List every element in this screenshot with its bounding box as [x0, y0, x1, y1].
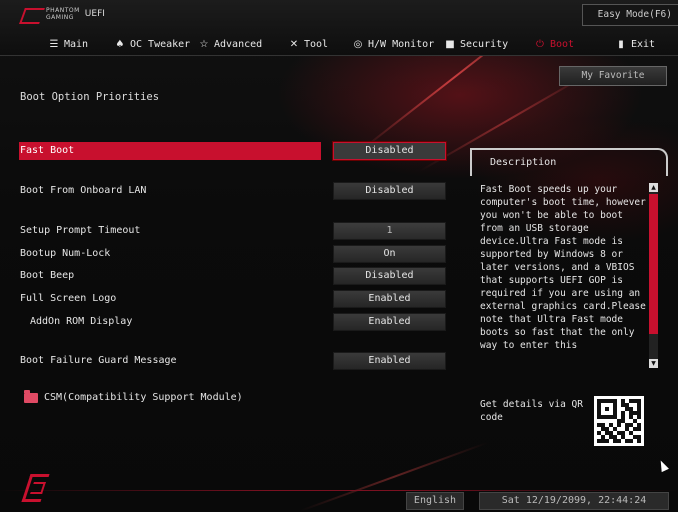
setting-label: Boot From Onboard LAN — [20, 185, 147, 196]
list-icon: ☰ — [49, 39, 59, 50]
qr-label: Get details via QR code — [480, 399, 583, 423]
section-title: Boot Option Priorities — [20, 91, 160, 103]
my-favorite-button[interactable]: My Favorite — [559, 66, 667, 86]
main-menu: ☰ Main ♠ OC Tweaker ☆ Advanced ✕ Tool ◎ H/W M… — [0, 36, 678, 54]
shield-icon: ■ — [445, 39, 455, 50]
qr-code-icon — [594, 396, 644, 446]
setting-value-button[interactable]: Enabled — [333, 352, 446, 370]
setting-row-fast-boot[interactable]: Fast Boot Disabled — [0, 142, 450, 162]
setting-value-button[interactable]: Enabled — [333, 313, 446, 331]
phantom-gaming-emblem-icon — [24, 470, 48, 504]
easy-mode-button[interactable]: Easy Mode(F6) — [582, 4, 678, 26]
exit-icon: ▮ — [618, 39, 624, 50]
setting-label: Full Screen Logo — [20, 293, 117, 304]
setting-row-full-screen-logo[interactable]: Full Screen Logo Enabled — [0, 290, 450, 310]
scroll-up-arrow-icon[interactable]: ▲ — [649, 183, 658, 192]
system-datetime: Sat 12/19/2099, 22:44:24 — [479, 492, 669, 510]
setting-value-field[interactable]: 1 — [333, 222, 446, 240]
tab-exit[interactable]: ▮ Exit — [615, 36, 655, 54]
logo-line2: GAMING — [46, 14, 74, 21]
setting-value-button[interactable]: On — [333, 245, 446, 263]
setting-row-addon-rom-display[interactable]: AddOn ROM Display Enabled — [0, 313, 450, 333]
gauge-icon: ◎ — [353, 39, 363, 50]
setting-value-button[interactable]: Disabled — [333, 182, 446, 200]
tab-advanced[interactable]: ☆ Advanced — [198, 36, 263, 54]
star-icon: ☆ — [199, 39, 209, 50]
tab-boot[interactable]: ⏻ Boot — [534, 36, 574, 54]
description-text: Fast Boot speeds up your computer's boot… — [480, 184, 646, 351]
product-name: UEFI — [84, 9, 105, 19]
tab-security[interactable]: ■ Security — [444, 36, 508, 54]
tab-oc-tweaker[interactable]: ♠ OC Tweaker — [114, 36, 191, 54]
setting-label: Bootup Num-Lock — [20, 248, 111, 259]
scroll-thumb[interactable] — [649, 194, 658, 334]
setting-label: Fast Boot — [20, 145, 75, 156]
setting-label: Boot Failure Guard Message — [20, 355, 177, 366]
scroll-down-arrow-icon[interactable]: ▼ — [649, 359, 658, 368]
power-icon: ⏻ — [536, 39, 544, 50]
description-title: Description — [490, 157, 557, 168]
setting-label: Boot Beep — [20, 270, 75, 281]
description-scrollbar[interactable]: ▲ ▼ — [649, 183, 658, 368]
flame-icon: ♠ — [115, 39, 125, 50]
setting-row-bootup-num-lock[interactable]: Bootup Num-Lock On — [0, 245, 450, 265]
top-bar: PHANTOM GAMING UEFI Easy Mode(F6) ☰ Main … — [0, 0, 678, 56]
tab-main[interactable]: ☰ Main — [48, 36, 89, 54]
csm-submenu-link[interactable]: CSM(Compatibility Support Module) — [24, 389, 243, 403]
setting-label: AddOn ROM Display — [30, 316, 133, 327]
setting-value-button[interactable]: Disabled — [333, 142, 446, 160]
language-button[interactable]: English — [406, 492, 464, 510]
setting-value-button[interactable]: Enabled — [333, 290, 446, 308]
tab-tool[interactable]: ✕ Tool — [288, 36, 328, 54]
logo-line1: PHANTOM — [46, 7, 80, 14]
setting-row-setup-prompt-timeout[interactable]: Setup Prompt Timeout 1 — [0, 222, 450, 242]
phantom-gaming-logo-icon — [22, 6, 42, 22]
tab-hw-monitor[interactable]: ◎ H/W Monitor — [352, 36, 435, 54]
folder-icon — [24, 389, 38, 403]
setting-row-boot-from-onboard-lan[interactable]: Boot From Onboard LAN Disabled — [0, 182, 450, 202]
bottom-divider — [0, 490, 678, 491]
setting-value-button[interactable]: Disabled — [333, 267, 446, 285]
tools-icon: ✕ — [289, 39, 299, 50]
csm-label: CSM(Compatibility Support Module) — [44, 392, 243, 403]
brand-logo: PHANTOM GAMING UEFI — [22, 6, 105, 22]
setting-label: Setup Prompt Timeout — [20, 225, 141, 236]
setting-row-boot-beep[interactable]: Boot Beep Disabled — [0, 267, 450, 287]
setting-row-boot-failure-guard-message[interactable]: Boot Failure Guard Message Enabled — [0, 352, 450, 372]
